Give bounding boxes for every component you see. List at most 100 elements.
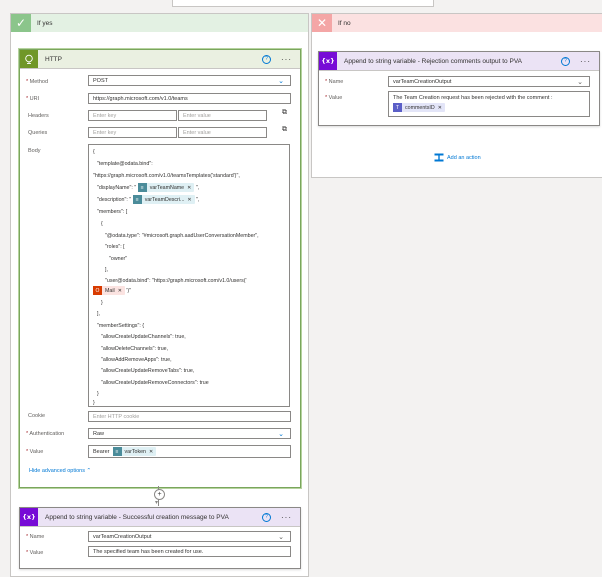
body-line: "description": " bbox=[97, 196, 132, 203]
remove-token-icon[interactable]: ✕ bbox=[149, 449, 153, 455]
cookie-input[interactable]: Enter HTTP cookie bbox=[88, 411, 291, 422]
body-line: ')" bbox=[126, 287, 132, 294]
body-line: "roles": [ bbox=[105, 244, 125, 250]
previous-step-card bbox=[172, 0, 434, 7]
value-input[interactable]: The Team Creation request has been rejec… bbox=[388, 91, 590, 117]
method-value: POST bbox=[93, 77, 108, 84]
switch-to-text-icon[interactable]: ⧉ bbox=[282, 109, 287, 117]
if-yes-header[interactable]: ✓ If yes bbox=[11, 14, 308, 32]
name-select[interactable]: varTeamCreationOutput ⌄ bbox=[88, 531, 291, 542]
body-line-mail: O Mail ✕ ')" bbox=[93, 286, 131, 295]
headers-key-placeholder: Enter key bbox=[93, 112, 117, 119]
body-line: "owner" bbox=[109, 256, 128, 262]
body-line: } bbox=[93, 400, 95, 406]
body-line: { bbox=[93, 149, 95, 155]
authentication-value: Raw bbox=[93, 430, 105, 437]
method-select[interactable]: POST ⌄ bbox=[88, 75, 291, 86]
body-line: } bbox=[97, 391, 99, 397]
body-line: ], bbox=[105, 267, 108, 273]
method-label: * Method bbox=[26, 79, 49, 85]
remove-token-icon[interactable]: ✕ bbox=[187, 197, 191, 203]
body-line: { bbox=[101, 221, 103, 227]
more-options-icon[interactable]: ··· bbox=[580, 57, 591, 66]
token-var-team-description[interactable]: ≡ varTeamDescri... ✕ bbox=[132, 195, 195, 204]
body-line: "https://graph.microsoft.com/v1.0/teamsT… bbox=[93, 173, 240, 179]
if-no-title: If no bbox=[338, 19, 351, 27]
append-success-card: {x} Append to string variable - Successf… bbox=[19, 507, 301, 569]
auth-value-input[interactable]: Bearer ≡ varToken ✕ bbox=[88, 445, 291, 458]
name-label: * Name bbox=[325, 79, 344, 85]
variable-icon: ≡ bbox=[132, 195, 142, 204]
variable-icon: ≡ bbox=[112, 447, 122, 456]
uri-label: * URI bbox=[26, 96, 40, 102]
body-line: "allowCreateUpdateRemoveConnectors": tru… bbox=[101, 380, 209, 386]
globe-icon bbox=[20, 50, 38, 68]
name-value: varTeamCreationOutput bbox=[393, 78, 452, 85]
headers-value-input[interactable]: Enter value bbox=[178, 110, 267, 121]
if-no-header[interactable]: ✕ If no bbox=[312, 14, 602, 32]
teams-icon: T bbox=[393, 103, 402, 112]
headers-label: Headers bbox=[28, 113, 49, 119]
body-line: "displayName": " bbox=[97, 184, 137, 191]
uri-input[interactable]: https://graph.microsoft.com/v1.0/teams bbox=[88, 93, 291, 104]
body-editor[interactable]: { "template@odata.bind": "https://graph.… bbox=[88, 144, 290, 407]
remove-token-icon[interactable]: ✕ bbox=[118, 288, 122, 294]
queries-value-placeholder: Enter value bbox=[183, 129, 211, 136]
token-mail[interactable]: O Mail ✕ bbox=[93, 286, 125, 295]
if-yes-title: If yes bbox=[37, 19, 53, 27]
token-var-team-name[interactable]: ≡ varTeamName ✕ bbox=[137, 183, 195, 192]
more-options-icon[interactable]: ··· bbox=[281, 55, 292, 64]
value-label: * Value bbox=[325, 95, 343, 101]
headers-key-input[interactable]: Enter key bbox=[88, 110, 177, 121]
auth-value-label: * Value bbox=[26, 449, 44, 455]
queries-key-input[interactable]: Enter key bbox=[88, 127, 177, 138]
chevron-down-icon: ⌄ bbox=[278, 431, 284, 438]
body-label: Body bbox=[28, 148, 41, 154]
help-icon[interactable]: ? bbox=[262, 512, 271, 522]
value-input[interactable]: The specified team has been created for … bbox=[88, 546, 291, 557]
queries-value-input[interactable]: Enter value bbox=[178, 127, 267, 138]
remove-token-icon[interactable]: ✕ bbox=[438, 105, 442, 111]
append-reject-title: Append to string variable - Rejection co… bbox=[344, 57, 523, 65]
variable-icon: ≡ bbox=[137, 183, 147, 192]
cookie-placeholder: Enter HTTP cookie bbox=[93, 413, 140, 420]
body-line: ], bbox=[97, 311, 100, 317]
help-icon[interactable]: ? bbox=[561, 56, 570, 66]
body-line: "@odata.type": "#microsoft.graph.aadUser… bbox=[105, 233, 259, 239]
body-line: "allowCreateUpdateRemoveTabs": true, bbox=[101, 368, 195, 374]
add-action-button[interactable]: Add an action bbox=[434, 153, 481, 162]
body-line-display-name: "displayName": " ≡ varTeamName ✕ ", bbox=[97, 183, 199, 192]
name-select[interactable]: varTeamCreationOutput ⌄ bbox=[388, 76, 590, 87]
token-label: commentsID bbox=[405, 104, 435, 111]
append-success-title: Append to string variable - Successful c… bbox=[45, 513, 229, 521]
body-line: "members": [ bbox=[97, 209, 128, 215]
body-line: "memberSettings": { bbox=[97, 323, 145, 329]
append-reject-header[interactable]: {x} Append to string variable - Rejectio… bbox=[319, 52, 599, 71]
variable-icon: {x} bbox=[20, 508, 38, 526]
queries-label: Queries bbox=[28, 130, 48, 136]
office-icon: O bbox=[93, 286, 102, 295]
help-icon[interactable]: ? bbox=[262, 54, 271, 64]
append-success-header[interactable]: {x} Append to string variable - Successf… bbox=[20, 508, 300, 527]
token-var-token[interactable]: ≡ varToken ✕ bbox=[112, 447, 157, 456]
authentication-select[interactable]: Raw ⌄ bbox=[88, 428, 291, 439]
body-line-description: "description": " ≡ varTeamDescri... ✕ ", bbox=[97, 195, 199, 204]
switch-to-text-icon[interactable]: ⧉ bbox=[282, 126, 287, 134]
hide-advanced-options-link[interactable]: Hide advanced options ⌃ bbox=[29, 468, 91, 474]
remove-token-icon[interactable]: ✕ bbox=[187, 185, 191, 191]
chevron-down-icon: ⌄ bbox=[278, 534, 284, 541]
token-comments-id[interactable]: T commentsID ✕ bbox=[393, 103, 445, 112]
body-line: "allowDeleteChannels": true, bbox=[101, 346, 169, 352]
name-value: varTeamCreationOutput bbox=[93, 533, 152, 540]
close-icon: ✕ bbox=[312, 14, 332, 32]
name-label: * Name bbox=[26, 534, 45, 540]
chevron-down-icon: ⌄ bbox=[577, 79, 583, 86]
more-options-icon[interactable]: ··· bbox=[281, 513, 292, 522]
token-label: varTeamName bbox=[149, 184, 185, 191]
chevron-down-icon: ⌄ bbox=[278, 78, 284, 85]
http-card-header[interactable]: HTTP ? ··· bbox=[20, 50, 300, 69]
token-label: varTeamDescri... bbox=[144, 196, 185, 203]
body-line: } bbox=[101, 300, 103, 306]
variable-icon: {x} bbox=[319, 52, 337, 70]
arrow-down-icon: ▾ bbox=[155, 500, 159, 506]
